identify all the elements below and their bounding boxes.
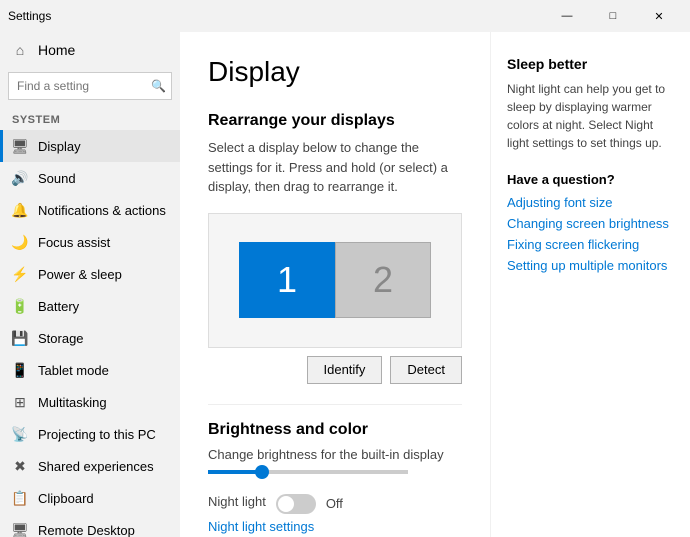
sidebar-item-home[interactable]: ⌂ Home xyxy=(0,32,180,68)
right-panel: Sleep better Night light can help you ge… xyxy=(490,32,690,537)
sidebar-item-label: Sound xyxy=(38,171,76,186)
main-content: Display Rearrange your displays Select a… xyxy=(180,32,490,537)
sidebar-item-sound[interactable]: 🔊 Sound xyxy=(0,162,180,194)
divider-1 xyxy=(208,404,462,405)
detect-button[interactable]: Detect xyxy=(390,356,462,384)
minimize-button[interactable]: — xyxy=(544,0,590,32)
sidebar-item-label: Storage xyxy=(38,331,84,346)
page-title: Display xyxy=(208,56,462,88)
sidebar-item-notifications[interactable]: 🔔 Notifications & actions xyxy=(0,194,180,226)
monitor-1-label: 1 xyxy=(277,259,297,301)
sleep-desc: Night light can help you get to sleep by… xyxy=(507,80,674,152)
sidebar-item-label: Multitasking xyxy=(38,395,107,410)
sidebar: ⌂ Home 🔍 System 🖥 Display 🔊 Sound 🔔 Noti… xyxy=(0,32,180,537)
sidebar-item-label: Focus assist xyxy=(38,235,110,250)
brightness-label: Change brightness for the built-in displ… xyxy=(208,447,462,462)
search-input[interactable] xyxy=(8,72,172,100)
remote-icon: 🖥 xyxy=(12,522,28,537)
right-link-3[interactable]: Fixing screen flickering xyxy=(507,237,674,252)
night-light-settings-link[interactable]: Night light settings xyxy=(208,519,314,534)
sidebar-item-storage[interactable]: 💾 Storage xyxy=(0,322,180,354)
sidebar-item-display[interactable]: 🖥 Display xyxy=(0,130,180,162)
sidebar-item-focus[interactable]: 🌙 Focus assist xyxy=(0,226,180,258)
identify-button[interactable]: Identify xyxy=(307,356,383,384)
shared-icon: ✖ xyxy=(12,458,28,474)
close-button[interactable]: ✕ xyxy=(636,0,682,32)
sound-icon: 🔊 xyxy=(12,170,28,186)
sidebar-item-label: Display xyxy=(38,139,81,154)
sidebar-item-label: Notifications & actions xyxy=(38,203,166,218)
sidebar-search: 🔍 xyxy=(8,72,172,100)
night-light-toggle[interactable] xyxy=(276,494,316,514)
projecting-icon: 📡 xyxy=(12,426,28,442)
titlebar-title: Settings xyxy=(8,9,544,23)
monitor-container: 1 2 xyxy=(239,242,431,318)
tablet-icon: 📱 xyxy=(12,362,28,378)
display-preview: 1 2 xyxy=(208,213,462,348)
monitor-1[interactable]: 1 xyxy=(239,242,335,318)
sidebar-item-label: Remote Desktop xyxy=(38,523,135,537)
sidebar-item-battery[interactable]: 🔋 Battery xyxy=(0,290,180,322)
sidebar-item-tablet[interactable]: 📱 Tablet mode xyxy=(0,354,180,386)
titlebar-controls: — □ ✕ xyxy=(544,0,682,32)
night-light-row: Night light Off xyxy=(208,494,462,514)
multitasking-icon: ⊞ xyxy=(12,394,28,410)
sidebar-item-label: Tablet mode xyxy=(38,363,109,378)
battery-icon: 🔋 xyxy=(12,298,28,314)
sidebar-item-label: Projecting to this PC xyxy=(38,427,156,442)
display-icon: 🖥 xyxy=(12,138,28,154)
focus-icon: 🌙 xyxy=(12,234,28,250)
monitor-2-label: 2 xyxy=(373,259,393,301)
maximize-button[interactable]: □ xyxy=(590,0,636,32)
night-light-label: Night light xyxy=(208,494,266,509)
question-title: Have a question? xyxy=(507,172,674,187)
brightness-slider[interactable] xyxy=(208,470,408,474)
sidebar-item-label: Clipboard xyxy=(38,491,94,506)
night-light-section: Night light Off Night light settings xyxy=(208,494,462,534)
sleep-title: Sleep better xyxy=(507,56,674,72)
slider-container xyxy=(208,470,462,474)
right-link-2[interactable]: Changing screen brightness xyxy=(507,216,674,231)
sidebar-section-label: System xyxy=(0,104,180,130)
display-buttons: Identify Detect xyxy=(208,356,462,384)
search-icon: 🔍 xyxy=(151,79,166,93)
power-icon: ⚡ xyxy=(12,266,28,282)
sidebar-item-power[interactable]: ⚡ Power & sleep xyxy=(0,258,180,290)
clipboard-icon: 📋 xyxy=(12,490,28,506)
right-link-1[interactable]: Adjusting font size xyxy=(507,195,674,210)
monitor-2[interactable]: 2 xyxy=(335,242,431,318)
home-icon: ⌂ xyxy=(12,42,28,58)
right-link-4[interactable]: Setting up multiple monitors xyxy=(507,258,674,273)
sidebar-item-remote[interactable]: 🖥 Remote Desktop xyxy=(0,514,180,537)
sidebar-item-shared[interactable]: ✖ Shared experiences xyxy=(0,450,180,482)
sidebar-item-label: Battery xyxy=(38,299,79,314)
sidebar-item-multitasking[interactable]: ⊞ Multitasking xyxy=(0,386,180,418)
app-body: ⌂ Home 🔍 System 🖥 Display 🔊 Sound 🔔 Noti… xyxy=(0,32,690,537)
night-light-state: Off xyxy=(326,496,343,511)
sidebar-item-label: Shared experiences xyxy=(38,459,154,474)
rearrange-desc: Select a display below to change the set… xyxy=(208,138,462,197)
sidebar-item-clipboard[interactable]: 📋 Clipboard xyxy=(0,482,180,514)
brightness-title: Brightness and color xyxy=(208,421,462,439)
sidebar-home-label: Home xyxy=(38,42,75,58)
sidebar-item-projecting[interactable]: 📡 Projecting to this PC xyxy=(0,418,180,450)
rearrange-title: Rearrange your displays xyxy=(208,112,462,130)
brightness-section: Change brightness for the built-in displ… xyxy=(208,447,462,474)
titlebar: Settings — □ ✕ xyxy=(0,0,690,32)
notifications-icon: 🔔 xyxy=(12,202,28,218)
storage-icon: 💾 xyxy=(12,330,28,346)
sidebar-item-label: Power & sleep xyxy=(38,267,122,282)
